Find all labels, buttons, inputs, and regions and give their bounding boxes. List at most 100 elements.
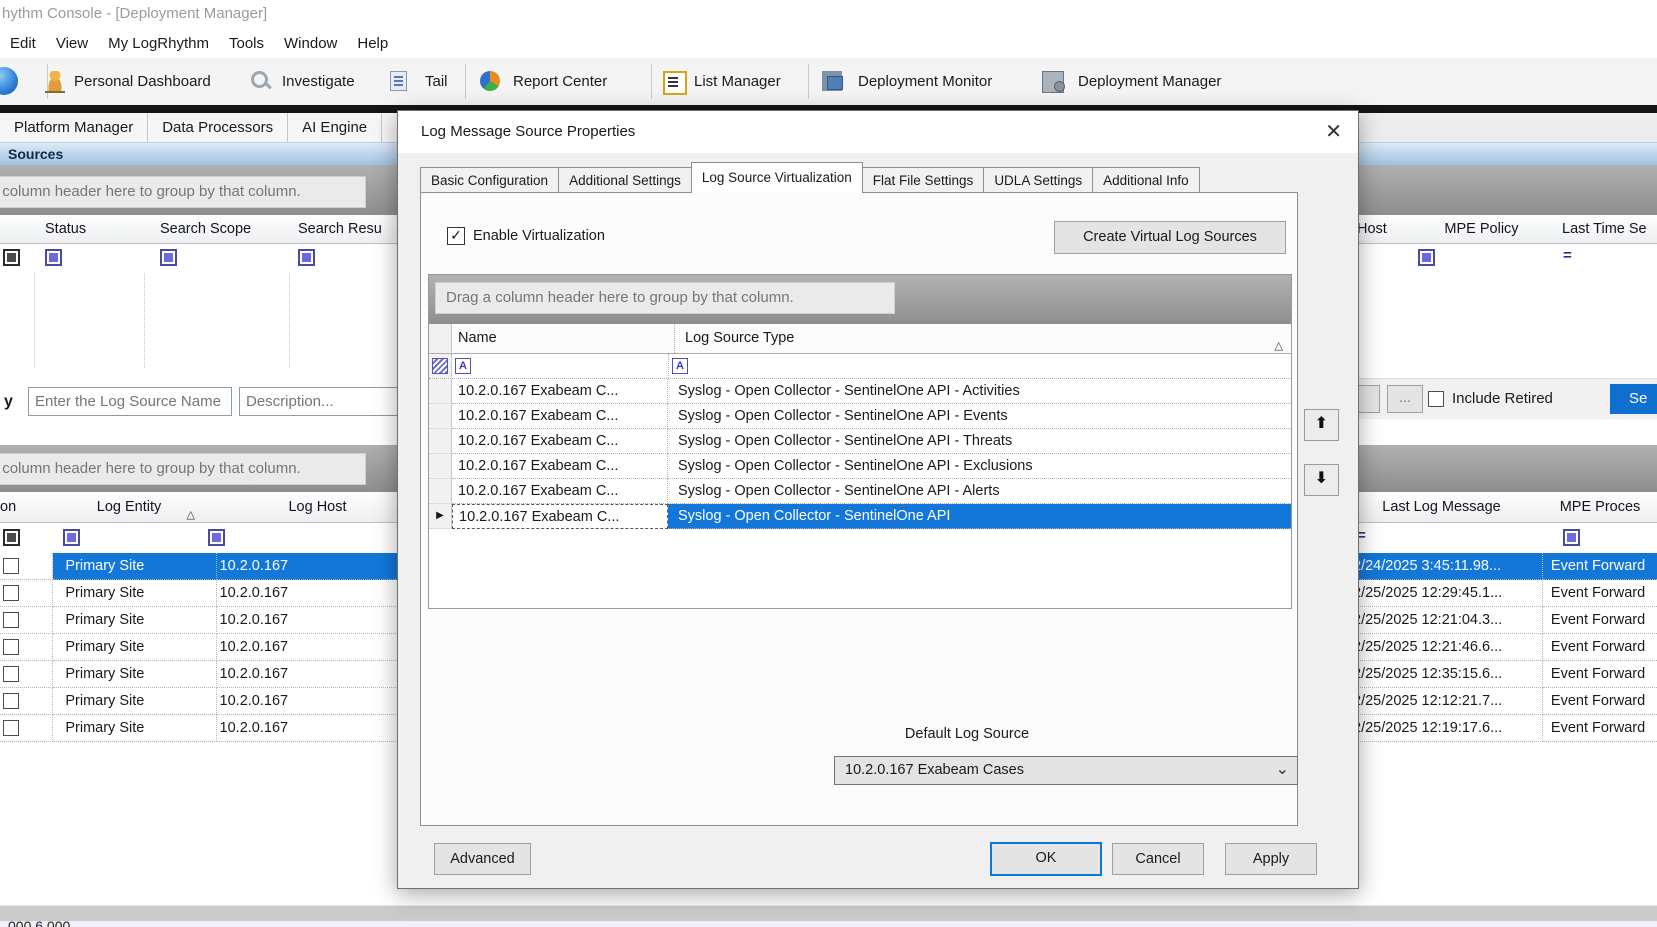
last-log-message-cell[interactable]: 2/25/2025 12:35:15.6...	[1340, 661, 1543, 688]
row-checkbox[interactable]	[3, 558, 19, 574]
virtual-log-source-row[interactable]: ▶ 10.2.0.167 Exabeam C... Syslog - Open …	[429, 479, 1291, 504]
log-source-type-cell[interactable]: Syslog - Open Collector - SentinelOne AP…	[668, 504, 1291, 529]
filter-checkbox-log-host[interactable]	[208, 529, 225, 546]
virtual-log-source-row[interactable]: ▶ 10.2.0.167 Exabeam C... Syslog - Open …	[429, 379, 1291, 404]
table-row[interactable]: 2/25/2025 12:21:04.3... Event Forward	[1340, 607, 1657, 634]
table-row[interactable]: 2/25/2025 12:19:17.6... Event Forward	[1340, 715, 1657, 742]
column-header-select[interactable]	[0, 215, 36, 244]
log-source-type-cell[interactable]: Syslog - Open Collector - SentinelOne AP…	[668, 379, 1291, 404]
row-checkbox[interactable]	[3, 585, 19, 601]
default-log-source-dropdown[interactable]: 10.2.0.167 Exabeam Cases ⌄	[834, 756, 1298, 785]
table-row[interactable]: 2/25/2025 12:21:46.6... Event Forward	[1340, 634, 1657, 661]
tail-button[interactable]: Tail	[425, 58, 448, 105]
equals-filter-icon[interactable]: =	[1563, 247, 1572, 264]
column-header-log-source-type[interactable]: Log Source Type △	[675, 324, 1291, 353]
row-checkbox[interactable]	[3, 612, 19, 628]
table-row[interactable]: Primary Site 10.2.0.167	[0, 580, 430, 607]
menu-help[interactable]: Help	[347, 30, 398, 58]
advanced-button[interactable]: Advanced	[434, 843, 531, 875]
last-log-message-cell[interactable]: 2/25/2025 12:19:17.6...	[1340, 715, 1543, 742]
mpe-processing-cell[interactable]: Event Forward	[1543, 661, 1657, 688]
tab-udla-settings[interactable]: UDLA Settings	[983, 167, 1093, 193]
globe-icon[interactable]	[0, 67, 18, 95]
tab-flat-file-settings[interactable]: Flat File Settings	[862, 167, 985, 193]
name-cell[interactable]: 10.2.0.167 Exabeam C...	[452, 379, 668, 404]
row-select-cell[interactable]	[0, 661, 53, 688]
include-retired-checkbox[interactable]	[1428, 391, 1444, 407]
column-header-status[interactable]: Status	[35, 215, 156, 244]
list-manager-icon[interactable]	[663, 71, 687, 95]
investigate-icon[interactable]	[251, 71, 271, 91]
log-source-type-cell[interactable]: Syslog - Open Collector - SentinelOne AP…	[668, 404, 1291, 429]
last-log-message-cell[interactable]: 2/25/2025 12:29:45.1...	[1340, 580, 1543, 607]
mpe-processing-cell[interactable]: Event Forward	[1543, 553, 1657, 580]
search-button[interactable]: Se	[1610, 384, 1657, 414]
deployment-manager-button[interactable]: Deployment Manager	[1078, 58, 1221, 105]
deployment-manager-icon[interactable]	[1042, 71, 1064, 93]
column-header-log-entity[interactable]: Log Entity △	[53, 492, 206, 523]
name-cell[interactable]: 10.2.0.167 Exabeam C...	[452, 454, 668, 479]
row-checkbox[interactable]	[3, 639, 19, 655]
auto-filter-icon[interactable]: A	[455, 358, 471, 374]
table-row[interactable]: Primary Site 10.2.0.167	[0, 661, 430, 688]
table-row[interactable]: Primary Site 10.2.0.167	[0, 688, 430, 715]
edit-filter-icon[interactable]	[432, 358, 448, 374]
investigate-button[interactable]: Investigate	[282, 58, 355, 105]
row-select-cell[interactable]	[0, 580, 53, 607]
column-header-mpe-policy[interactable]: MPE Policy	[1408, 215, 1556, 244]
table-row[interactable]: Primary Site 10.2.0.167	[0, 715, 430, 742]
ok-button[interactable]: OK	[990, 842, 1102, 876]
log-source-type-cell[interactable]: Syslog - Open Collector - SentinelOne AP…	[668, 429, 1291, 454]
row-header-cell[interactable]: ▶	[429, 504, 452, 529]
move-down-button[interactable]: ⬇	[1304, 464, 1339, 496]
close-icon[interactable]: ✕	[1325, 119, 1342, 144]
column-header-action[interactable]: on	[0, 492, 54, 523]
tab-additional-settings[interactable]: Additional Settings	[558, 167, 692, 193]
filter-checkbox-action[interactable]	[3, 529, 20, 546]
tab-log-source-virtualization[interactable]: Log Source Virtualization	[691, 162, 863, 193]
column-header-name[interactable]: Name	[452, 324, 675, 353]
report-center-icon[interactable]	[480, 71, 500, 91]
table-row[interactable]: 2/25/2025 12:29:45.1... Event Forward	[1340, 580, 1657, 607]
tab-data-processors[interactable]: Data Processors	[148, 113, 288, 142]
filter-checkbox-status[interactable]	[45, 249, 62, 266]
name-filter-cell[interactable]: A	[452, 354, 669, 378]
menu-my-logrhythm[interactable]: My LogRhythm	[98, 30, 219, 58]
row-checkbox[interactable]	[3, 720, 19, 736]
tab-basic-configuration[interactable]: Basic Configuration	[420, 167, 559, 193]
virtual-log-source-row[interactable]: ▶ 10.2.0.167 Exabeam C... Syslog - Open …	[429, 454, 1291, 479]
mpe-processing-cell[interactable]: Event Forward	[1543, 715, 1657, 742]
table-row[interactable]: Primary Site 10.2.0.167	[0, 634, 430, 661]
row-header-cell[interactable]: ▶	[429, 429, 452, 454]
row-select-cell[interactable]	[0, 634, 53, 661]
row-select-cell[interactable]	[0, 607, 53, 634]
tab-additional-info[interactable]: Additional Info	[1092, 167, 1200, 193]
filter-checkbox-mpe-policy[interactable]	[1418, 249, 1435, 266]
deployment-monitor-icon[interactable]	[822, 71, 842, 91]
filter-checkbox-search-results[interactable]	[298, 249, 315, 266]
table-row[interactable]: 2/25/2025 12:12:21.7... Event Forward	[1340, 688, 1657, 715]
list-manager-button[interactable]: List Manager	[694, 58, 781, 105]
last-log-message-cell[interactable]: 2/25/2025 12:12:21.7...	[1340, 688, 1543, 715]
last-log-message-cell[interactable]: 2/24/2025 3:45:11.98...	[1340, 553, 1543, 580]
name-cell[interactable]: 10.2.0.167 Exabeam C...	[452, 504, 668, 529]
move-up-button[interactable]: ⬆	[1304, 409, 1339, 441]
row-checkbox[interactable]	[3, 693, 19, 709]
menu-tools[interactable]: Tools	[219, 30, 274, 58]
table-row[interactable]: Primary Site 10.2.0.167	[0, 553, 430, 580]
tab-platform-manager[interactable]: Platform Manager	[0, 113, 148, 142]
log-source-type-cell[interactable]: Syslog - Open Collector - SentinelOne AP…	[668, 479, 1291, 504]
last-log-message-cell[interactable]: 2/25/2025 12:21:04.3...	[1340, 607, 1543, 634]
tail-icon[interactable]	[390, 71, 407, 91]
filter-checkbox-search-scope[interactable]	[160, 249, 177, 266]
log-entity-cell[interactable]: Primary Site	[53, 580, 216, 607]
virtual-log-source-row[interactable]: ▶ 10.2.0.167 Exabeam C... Syslog - Open …	[429, 429, 1291, 454]
name-cell[interactable]: 10.2.0.167 Exabeam C...	[452, 404, 668, 429]
row-select-cell[interactable]	[0, 715, 53, 742]
menu-view[interactable]: View	[46, 30, 98, 58]
create-virtual-log-sources-button[interactable]: Create Virtual Log Sources	[1054, 221, 1286, 254]
table-row[interactable]: Primary Site 10.2.0.167	[0, 607, 430, 634]
row-header-cell[interactable]: ▶	[429, 379, 452, 404]
filter-checkbox-all[interactable]	[3, 249, 20, 266]
mpe-processing-cell[interactable]: Event Forward	[1543, 634, 1657, 661]
